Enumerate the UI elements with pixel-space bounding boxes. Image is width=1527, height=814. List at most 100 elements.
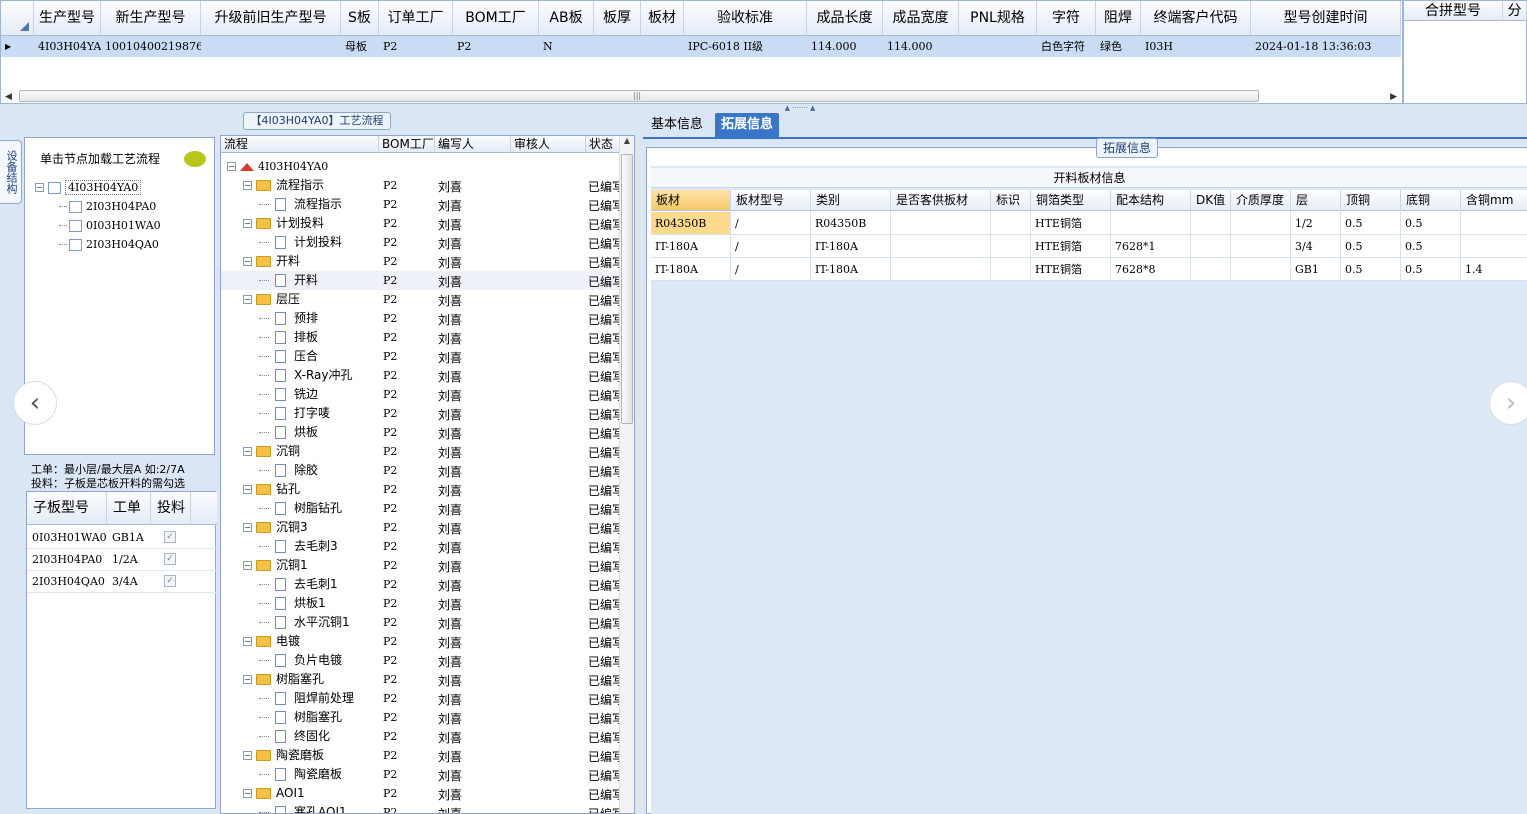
collapse-icon[interactable]: − xyxy=(35,183,44,192)
tab-basic-info[interactable]: 基本信息 xyxy=(645,113,709,137)
ext-cell[interactable]: IT-180A xyxy=(811,235,891,258)
grid-cell[interactable]: IPC-6018 II级 xyxy=(684,36,807,57)
grid-cell[interactable] xyxy=(959,36,1037,57)
ext-cell[interactable] xyxy=(1191,235,1231,258)
grid-corner[interactable] xyxy=(1,1,34,36)
grid-cell[interactable]: 2024-01-18 13:36:03 xyxy=(1251,36,1401,57)
col-header[interactable]: 新生产型号 xyxy=(101,1,201,36)
flow-step-node[interactable]: X-Ray冲孔 xyxy=(259,366,352,385)
sub-col-header[interactable]: 子板型号 xyxy=(27,492,107,525)
flow-step-node[interactable]: 树脂塞孔 xyxy=(259,708,342,727)
grid-cell[interactable] xyxy=(201,36,341,57)
collapse-icon[interactable]: − xyxy=(243,485,252,494)
collapse-icon[interactable]: − xyxy=(243,751,252,760)
ext-cell[interactable] xyxy=(991,258,1031,281)
ext-cell[interactable]: 0.5 xyxy=(1401,235,1461,258)
grid-cell[interactable]: P2 xyxy=(453,36,539,57)
col-header[interactable]: S板 xyxy=(341,1,379,36)
grid-cell[interactable]: 白色字符 xyxy=(1037,36,1096,57)
flow-step-node[interactable]: 陶瓷磨板 xyxy=(259,765,342,784)
ext-cell[interactable] xyxy=(1231,212,1291,235)
flow-folder-node[interactable]: − 陶瓷磨板 xyxy=(243,746,324,765)
merge-header[interactable]: 合拼型号 xyxy=(1404,1,1503,21)
grid-cell[interactable]: P2 xyxy=(379,36,453,57)
ext-col-header[interactable]: 是否客供板材 xyxy=(891,190,991,211)
ext-cell[interactable]: HTE铜箔 xyxy=(1031,258,1111,281)
flow-col-header[interactable]: 流程 xyxy=(221,136,379,153)
tree-node[interactable]: 2I03H04PA0 xyxy=(59,197,156,216)
vertical-scrollbar[interactable]: ▲ xyxy=(619,136,634,813)
flow-col-header[interactable]: 状态 xyxy=(586,136,621,153)
collapse-icon[interactable]: − xyxy=(243,295,252,304)
flow-step-node[interactable]: 压合 xyxy=(259,347,318,366)
side-tab-equipment[interactable]: 设备结构 xyxy=(0,140,22,204)
tree-node[interactable]: − 4I03H04YA0 xyxy=(35,178,142,197)
ext-cell[interactable] xyxy=(991,212,1031,235)
ext-col-header[interactable]: 类别 xyxy=(811,190,891,211)
tree-node[interactable]: 0I03H01WA0 xyxy=(59,216,161,235)
ext-cell[interactable]: 0.5 xyxy=(1341,235,1401,258)
flow-step-node[interactable]: 铣边 xyxy=(259,385,318,404)
col-header[interactable]: AB板 xyxy=(539,1,594,36)
ext-col-header[interactable]: 板材型号 xyxy=(731,190,811,211)
ext-cell[interactable]: 0.5 xyxy=(1401,212,1461,235)
horizontal-scrollbar[interactable]: ◀ ||| ▶ xyxy=(5,89,1399,104)
flow-step-node[interactable]: 计划投料 xyxy=(259,233,342,252)
col-header[interactable]: 板厚 xyxy=(594,1,641,36)
flow-col-header[interactable]: 审核人 xyxy=(511,136,586,153)
flow-folder-node[interactable]: − 树脂塞孔 xyxy=(243,670,324,689)
flow-step-node[interactable]: 树脂钻孔 xyxy=(259,499,342,518)
grid-cell[interactable]: 4I03H04YA0 xyxy=(34,36,101,57)
flow-step-node[interactable]: 终固化 xyxy=(259,727,330,746)
flow-folder-node[interactable]: − 层压 xyxy=(243,290,300,309)
ext-cell[interactable] xyxy=(1111,212,1191,235)
ext-cell[interactable] xyxy=(1231,235,1291,258)
col-header[interactable]: BOM工厂 xyxy=(453,1,539,36)
ext-cell[interactable]: R04350B xyxy=(651,212,731,235)
table-row[interactable]: ▶ 4I03H04YA010010400219876母板P2P2NIPC-601… xyxy=(1,36,1401,57)
prev-arrow-button[interactable]: ‹ xyxy=(13,381,57,425)
ext-cell[interactable]: IT-180A xyxy=(651,258,731,281)
collapse-icon[interactable]: − xyxy=(243,257,252,266)
collapse-icon[interactable]: − xyxy=(243,789,252,798)
flow-folder-node[interactable]: − 沉铜1 xyxy=(243,556,308,575)
flow-step-node[interactable]: 塞孔AOI1 xyxy=(259,803,347,813)
feed-checkbox[interactable]: ✓ xyxy=(164,531,176,543)
feed-checkbox[interactable]: ✓ xyxy=(164,553,176,565)
collapse-icon[interactable]: − xyxy=(243,637,252,646)
tab-extended-info[interactable]: 拓展信息 xyxy=(715,113,780,137)
flow-folder-node[interactable]: − 沉铜 xyxy=(243,442,300,461)
flow-folder-node[interactable]: − 电镀 xyxy=(243,632,300,651)
col-header[interactable]: 成品宽度 xyxy=(883,1,959,36)
feed-checkbox[interactable]: ✓ xyxy=(164,575,176,587)
flow-step-node[interactable]: 排板 xyxy=(259,328,318,347)
flow-root-node[interactable]: − 4I03H04YA0 xyxy=(227,157,328,176)
flow-step-node[interactable]: 打字唛 xyxy=(259,404,330,423)
ext-col-header[interactable]: 标识 xyxy=(991,190,1031,211)
col-header[interactable]: 订单工厂 xyxy=(379,1,453,36)
col-header[interactable]: 板材 xyxy=(641,1,684,36)
flow-step-node[interactable]: 除胶 xyxy=(259,461,318,480)
ext-cell[interactable] xyxy=(1231,258,1291,281)
collapse-icon[interactable]: − xyxy=(243,561,252,570)
col-header[interactable]: 升级前旧生产型号 xyxy=(201,1,341,36)
sub-col-header[interactable]: 投料 xyxy=(151,492,191,525)
ext-cell[interactable]: HTE铜箔 xyxy=(1031,212,1111,235)
merge-header-2[interactable]: 分 xyxy=(1503,1,1527,21)
ext-cell[interactable] xyxy=(991,235,1031,258)
collapse-icon[interactable]: − xyxy=(243,675,252,684)
ext-cell[interactable]: 7628*8 xyxy=(1111,258,1191,281)
col-header[interactable]: 字符 xyxy=(1037,1,1096,36)
flow-step-node[interactable]: 开料 xyxy=(259,271,318,290)
flow-folder-node[interactable]: − 开料 xyxy=(243,252,300,271)
ext-cell[interactable]: 0.5 xyxy=(1341,258,1401,281)
flow-folder-node[interactable]: − AOI1 xyxy=(243,784,305,803)
ext-cell[interactable]: / xyxy=(731,258,811,281)
ext-cell[interactable] xyxy=(891,235,991,258)
grid-cell[interactable]: 母板 xyxy=(341,36,379,57)
flow-col-header[interactable]: 编写人 xyxy=(435,136,511,153)
col-header[interactable]: 验收标准 xyxy=(684,1,807,36)
grid-cell[interactable] xyxy=(594,36,641,57)
ext-cell[interactable]: R04350B xyxy=(811,212,891,235)
ext-col-header[interactable]: 铜箔类型 xyxy=(1031,190,1111,211)
